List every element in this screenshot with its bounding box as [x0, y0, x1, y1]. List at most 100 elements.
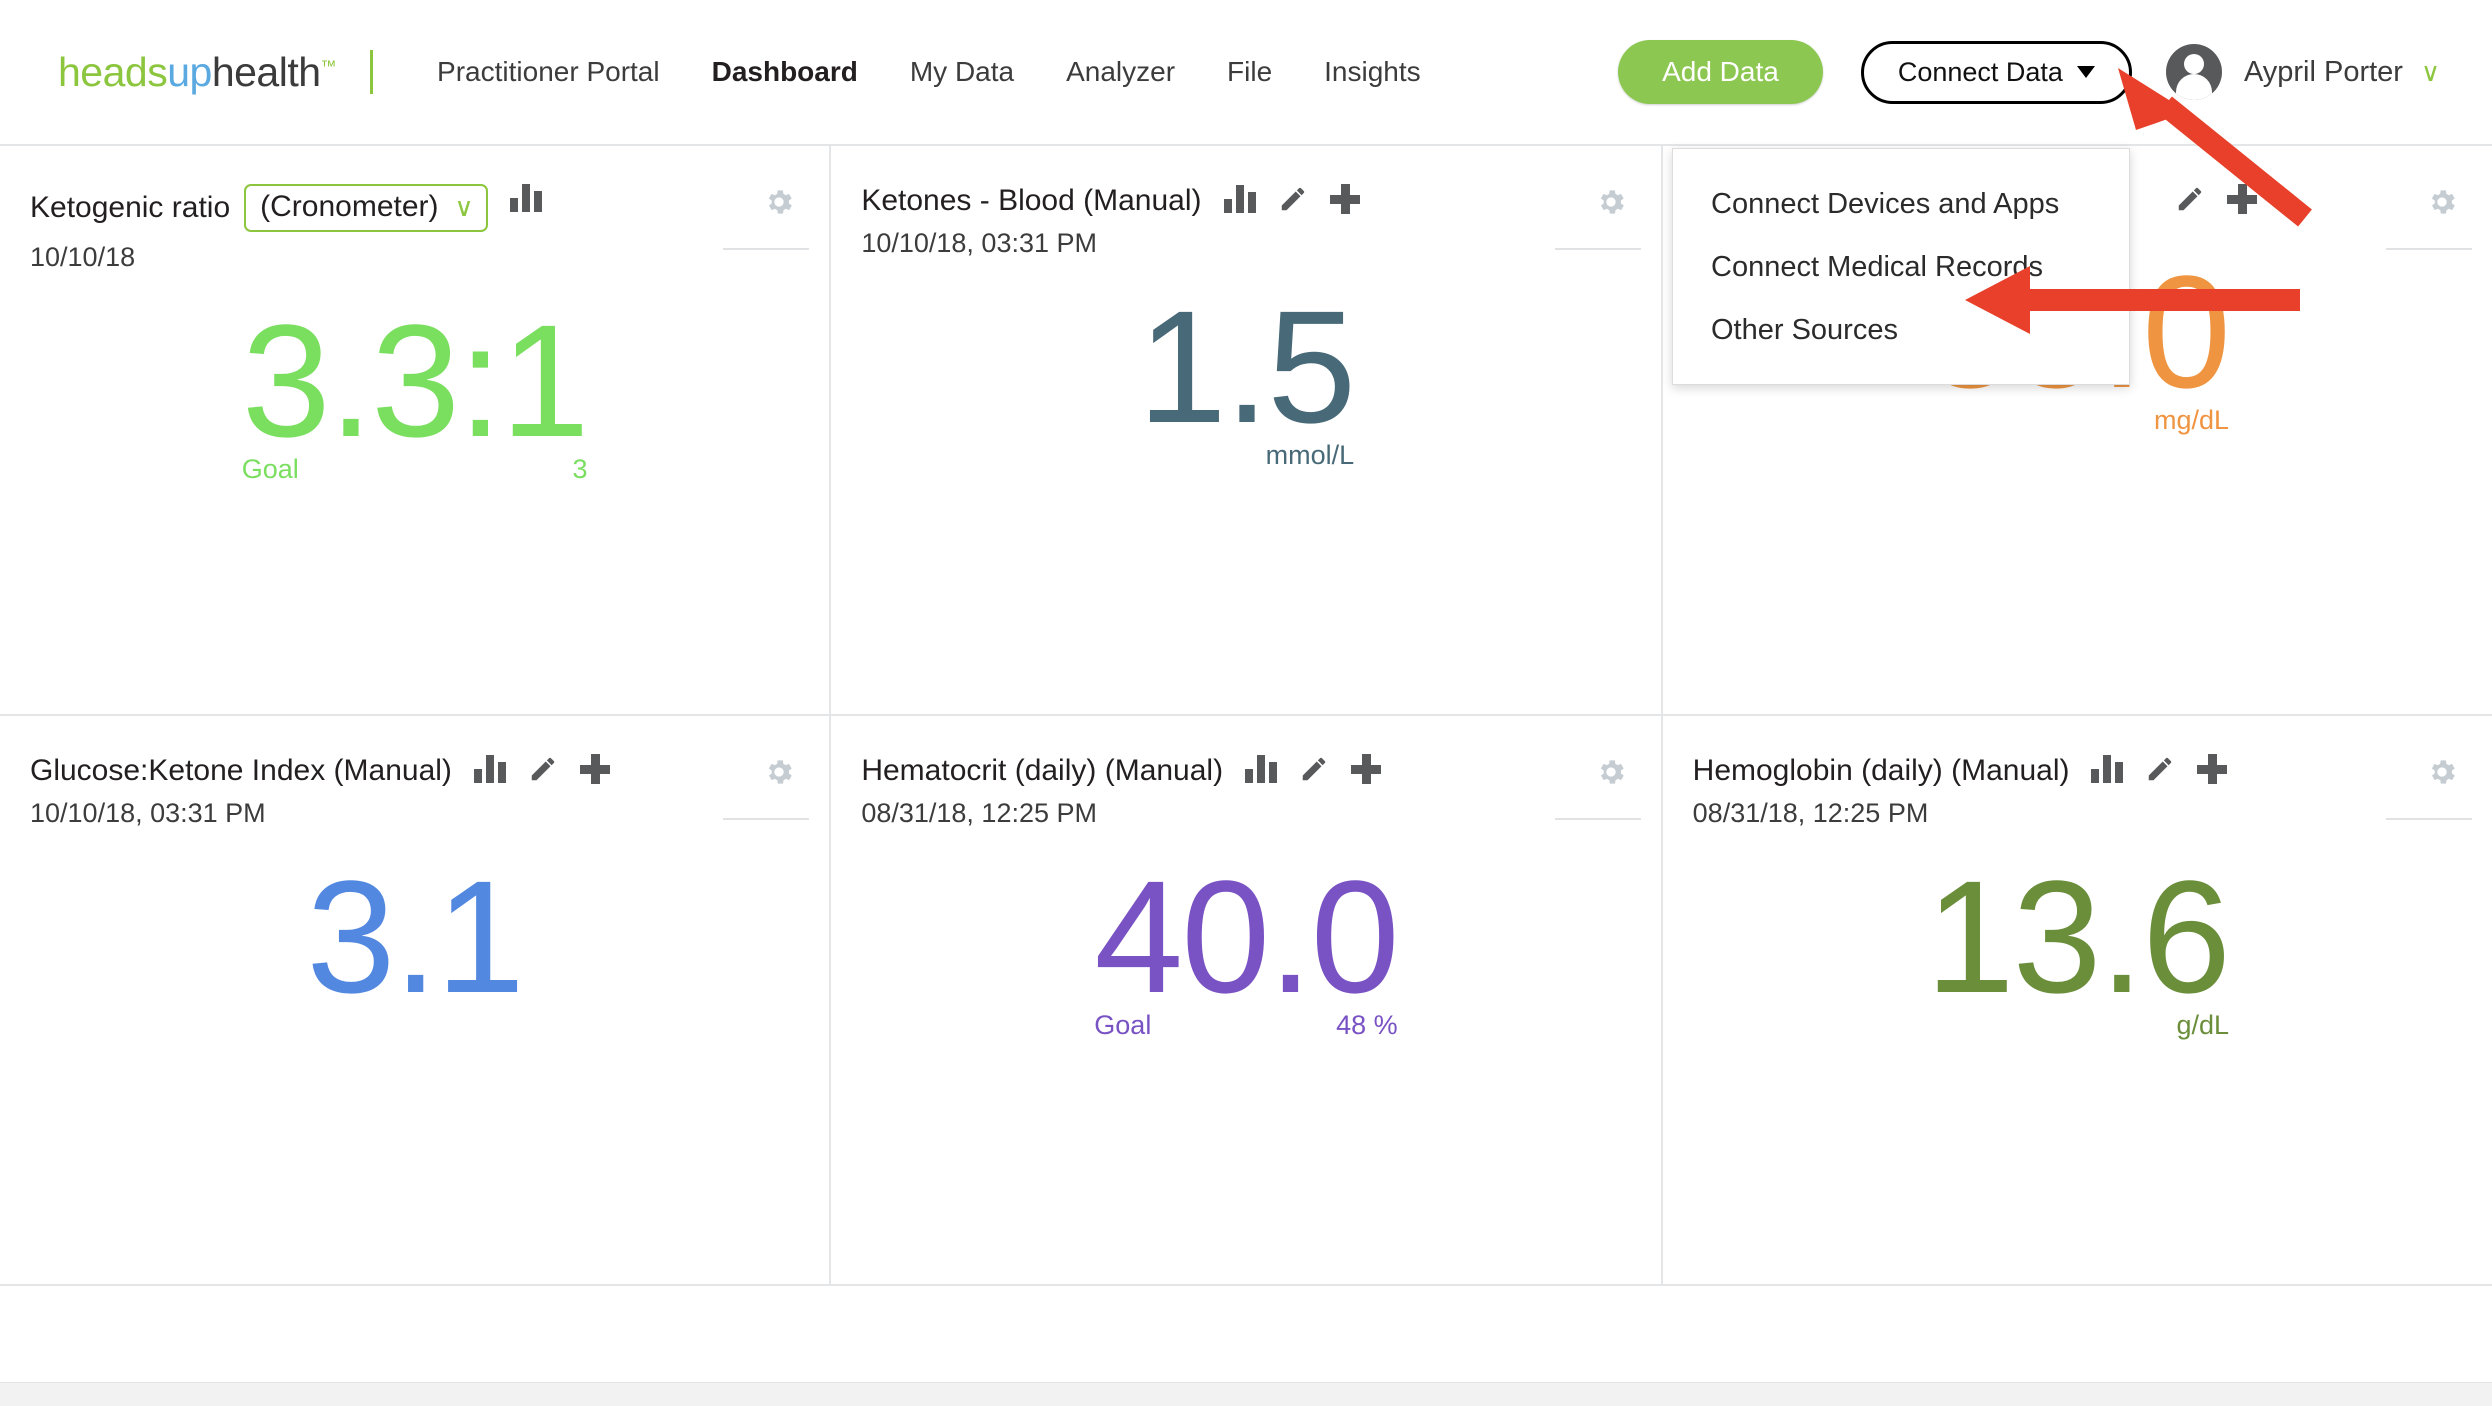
card-header: Hematocrit (daily) (Manual) [831, 754, 1660, 820]
bar-chart-icon[interactable] [1245, 755, 1278, 783]
card-header: Ketogenic ratio (Cronometer) ∨ [0, 184, 829, 250]
gear-icon[interactable] [1595, 186, 1627, 218]
gear-icon[interactable] [763, 756, 795, 788]
brand-logo[interactable]: headsuphealth™ [58, 48, 337, 96]
header-actions: Add Data Connect Data Aypril Porter ∨ [1618, 40, 2440, 104]
chevron-down-icon [2076, 66, 2095, 78]
card-value-area: 13.6 g/dL [1663, 847, 2492, 1181]
metric-card-ketones-blood[interactable]: Ketones - Blood (Manual) 10/10/18, 03:31… [831, 146, 1663, 714]
gear-icon[interactable] [763, 186, 795, 218]
nav-item-dashboard[interactable]: Dashboard [686, 56, 884, 88]
logo-heads: heads [58, 48, 168, 95]
data-source-value: (Cronometer) [260, 190, 439, 223]
card-title: Hemoglobin (daily) (Manual) [1692, 754, 2070, 787]
card-icon-group [2175, 184, 2257, 214]
metric-unit: mg/dL [2153, 404, 2230, 435]
metric-unit: mmol/L [1265, 439, 1355, 470]
nav-item-analyzer[interactable]: Analyzer [1040, 56, 1201, 88]
card-title: Ketones - Blood (Manual) [861, 184, 1202, 217]
metric-card-hematocrit[interactable]: Hematocrit (daily) (Manual) 08/31/18, 12… [831, 716, 1663, 1284]
card-date: 10/10/18 [30, 242, 136, 272]
card-icon-group [2091, 754, 2228, 784]
bar-chart-icon[interactable] [2091, 755, 2124, 783]
card-divider [1554, 818, 1641, 820]
menu-item-other-sources[interactable]: Other Sources [1673, 299, 2129, 362]
card-header: Glucose:Ketone Index (Manual) [0, 754, 829, 820]
card-title: Hematocrit (daily) (Manual) [861, 754, 1224, 787]
metric-value: 1.5 [1137, 277, 1356, 456]
card-header: Ketones - Blood (Manual) [831, 184, 1660, 250]
card-value-area: 3.1 [0, 847, 829, 1181]
app-header: headsuphealth™ Practitioner Portal Dashb… [0, 0, 2492, 146]
add-data-button[interactable]: Add Data [1618, 40, 1823, 104]
chevron-down-icon: ∨ [454, 192, 474, 222]
goal-label: Goal [241, 453, 299, 484]
plus-icon[interactable] [579, 754, 610, 784]
card-date: 08/31/18, 12:25 PM [1692, 798, 1929, 828]
connect-data-dropdown: Connect Devices and Apps Connect Medical… [1672, 148, 2130, 385]
main-nav: Practitioner Portal Dashboard My Data An… [411, 56, 1447, 88]
card-date: 08/31/18, 12:25 PM [861, 798, 1097, 828]
card-value-area: 40.0 Goal 48 % [831, 847, 1660, 1181]
gear-icon[interactable] [2426, 756, 2458, 788]
bar-chart-icon[interactable] [509, 184, 542, 212]
card-divider [723, 248, 810, 250]
card-divider [1554, 248, 1641, 250]
card-icon-group [1223, 184, 1360, 214]
metric-card-hemoglobin[interactable]: Hemoglobin (daily) (Manual) 08/31/18, 12… [1663, 716, 2492, 1284]
nav-item-practitioner-portal[interactable]: Practitioner Portal [411, 56, 686, 88]
goal-value: 3 [572, 453, 588, 484]
user-menu-chevron-down-icon[interactable]: ∨ [2421, 59, 2440, 85]
goal-label: Goal [1094, 1009, 1152, 1040]
pencil-icon[interactable] [2145, 754, 2175, 784]
metric-value: 3.1 [306, 847, 524, 1026]
card-value-area: 1.5 mmol/L [831, 277, 1660, 611]
bar-chart-icon[interactable] [1223, 185, 1256, 213]
plus-icon[interactable] [2226, 184, 2257, 214]
metric-value: 3.3:1 [241, 291, 590, 470]
nav-item-insights[interactable]: Insights [1298, 56, 1447, 88]
dashboard-page: headsuphealth™ Practitioner Portal Dashb… [0, 0, 2492, 1406]
goal-value: 48 % [1336, 1009, 1398, 1040]
menu-item-connect-devices-and-apps[interactable]: Connect Devices and Apps [1673, 173, 2129, 236]
plus-icon[interactable] [2197, 754, 2228, 784]
metric-card-ketogenic-ratio[interactable]: Ketogenic ratio (Cronometer) ∨ 10/10/18 … [0, 146, 832, 714]
card-date: 10/10/18, 03:31 PM [861, 228, 1097, 258]
metric-value: 13.6 [1925, 847, 2231, 1026]
card-header: Hemoglobin (daily) (Manual) [1663, 754, 2492, 820]
pencil-icon[interactable] [2175, 184, 2205, 214]
bar-chart-icon[interactable] [473, 755, 506, 783]
logo-up: up [167, 48, 212, 95]
avatar[interactable] [2165, 44, 2222, 100]
gear-icon[interactable] [1595, 756, 1627, 788]
pencil-icon[interactable] [528, 754, 558, 784]
card-icon-group [509, 184, 542, 212]
nav-item-file[interactable]: File [1201, 56, 1298, 88]
pencil-icon[interactable] [1278, 184, 1308, 214]
connect-data-button[interactable]: Connect Data [1860, 40, 2132, 104]
plus-icon[interactable] [1351, 754, 1382, 784]
menu-item-connect-medical-records[interactable]: Connect Medical Records [1673, 236, 2129, 299]
card-icon-group [1245, 754, 1382, 784]
card-icon-group [473, 754, 610, 784]
gear-icon[interactable] [2426, 186, 2458, 218]
nav-item-my-data[interactable]: My Data [884, 56, 1040, 88]
username-label[interactable]: Aypril Porter [2244, 56, 2403, 89]
connect-data-label: Connect Data [1897, 56, 2063, 87]
pencil-icon[interactable] [1299, 754, 1329, 784]
metric-unit: g/dL [2176, 1009, 2230, 1040]
metric-row-2: Glucose:Ketone Index (Manual) 10/10/18, … [0, 716, 2492, 1286]
card-title: Ketogenic ratio [30, 191, 231, 224]
card-title: Glucose:Ketone Index (Manual) [30, 754, 452, 787]
metric-card-glucose-ketone-index[interactable]: Glucose:Ketone Index (Manual) 10/10/18, … [0, 716, 832, 1284]
header-divider [370, 50, 374, 94]
metric-value: 40.0 [1094, 847, 1399, 1026]
page-footer-strip [0, 1382, 2492, 1406]
plus-icon[interactable] [1329, 184, 1360, 214]
logo-health: health [211, 48, 321, 95]
card-divider [2385, 818, 2472, 820]
data-source-select[interactable]: (Cronometer) ∨ [244, 184, 488, 232]
card-date: 10/10/18, 03:31 PM [30, 798, 266, 828]
card-divider [723, 818, 810, 820]
card-value-area: 3.3:1 Goal 3 [0, 291, 829, 625]
